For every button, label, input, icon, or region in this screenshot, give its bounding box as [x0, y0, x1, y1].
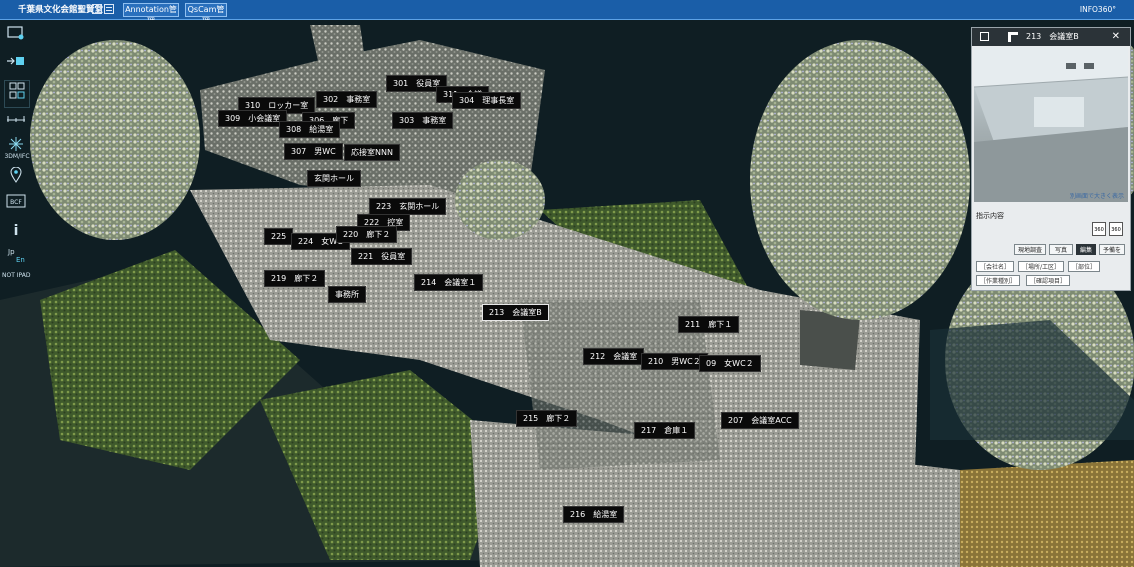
floor-plan-icon[interactable] [4, 80, 30, 108]
room-label-223[interactable]: 223 玄関ホール [369, 198, 447, 215]
room-type-icon [1008, 32, 1018, 42]
room-label-207[interactable]: 207 会議室ACC [721, 412, 799, 429]
top-bar: 千葉県文化会館聖賢堂 Annotation管理 QsCam管理 INFO360° [0, 0, 1134, 26]
room-label-221[interactable]: 221 役員室 [351, 248, 413, 265]
measure-icon[interactable] [4, 112, 28, 134]
point-cloud-viewport[interactable] [0, 20, 1134, 567]
panel-title: 213 会議室B [1026, 32, 1079, 41]
bcf-icon[interactable]: BCF [4, 194, 28, 216]
room-label-217[interactable]: 217 倉庫１ [634, 422, 696, 439]
room-label-225[interactable]: 225 [264, 228, 294, 245]
lang-jp[interactable]: Jp [8, 248, 38, 256]
split-view-icon[interactable] [92, 4, 102, 14]
room-label-308[interactable]: 308 給湯室 [279, 121, 341, 138]
room-label-214[interactable]: 214 会議室１ [414, 274, 484, 291]
app-title: 千葉県文化会館聖賢堂 [18, 5, 104, 15]
room-label-304[interactable]: 304 理事長室 [452, 92, 522, 109]
room-label-219[interactable]: 219 廊下２ [264, 270, 326, 287]
expand-icon[interactable] [980, 32, 989, 41]
device-status: NOT IPAD [2, 272, 31, 279]
room-label-213[interactable]: 213 会議室B [482, 304, 549, 321]
panel-header: 213 会議室B ✕ [972, 28, 1130, 46]
info-icon[interactable]: i [4, 220, 28, 242]
room-label-220[interactable]: 220 廊下２ [336, 226, 398, 243]
annotation-detail-panel: 213 会議室B ✕ 別画面で大きく表示 指示内容 360 360 現地調査 写… [971, 27, 1131, 291]
room-label-309[interactable]: 309 小会議室 [218, 110, 288, 127]
room-label-entrance-hall[interactable]: 玄関ホール [307, 170, 361, 187]
room-label-office[interactable]: 事務所 [328, 286, 366, 303]
part-tag[interactable]: ［部位］ [1068, 261, 1100, 272]
svg-text:BCF: BCF [10, 199, 22, 206]
location-pin-icon[interactable] [4, 167, 28, 189]
instruction-label: 指示内容 [976, 212, 1004, 220]
open-new-window-link[interactable]: 別画面で大きく表示 [1070, 191, 1124, 200]
360-badge-b[interactable]: 360 [1109, 222, 1123, 236]
check-item-tag[interactable]: ［確認項目］ [1026, 275, 1070, 286]
list-view-icon[interactable] [104, 4, 114, 14]
reserve-button[interactable]: 予備を [1099, 244, 1125, 255]
lang-en[interactable]: En [16, 256, 46, 264]
room-label-211[interactable]: 211 廊下１ [678, 316, 740, 333]
edit-button[interactable]: 編集 [1076, 244, 1096, 255]
left-toolbar: 3DM/IFC BCF i Jp En NOT IPAD [0, 22, 32, 282]
room-label-209[interactable]: 09 女WC２ [699, 355, 761, 372]
room-label-216[interactable]: 216 給湯室 [563, 506, 625, 523]
room-label-215[interactable]: 215 廊下２ [516, 410, 578, 427]
close-icon[interactable]: ✕ [1112, 28, 1120, 46]
company-tag[interactable]: ［会社名］ [976, 261, 1014, 272]
move-camera-icon[interactable] [4, 54, 28, 76]
screen-capture-icon[interactable] [4, 26, 28, 48]
annotation-manager-button[interactable]: Annotation管理 [123, 3, 179, 26]
3dm-ifc-label: 3DM/IFC [4, 153, 30, 160]
360-badge-a[interactable]: 360 [1092, 222, 1106, 236]
room-label-302[interactable]: 302 事務室 [316, 91, 378, 108]
location-tag[interactable]: ［場所/工区］ [1018, 261, 1064, 272]
work-type-tag[interactable]: ［作業種別］ [976, 275, 1020, 286]
site-survey-button[interactable]: 現地調査 [1014, 244, 1046, 255]
qscam-manager-button[interactable]: QsCam管理 [185, 3, 227, 26]
info360-label: INFO360° [1079, 5, 1116, 14]
photo-button[interactable]: 写真 [1049, 244, 1073, 255]
room-label-212[interactable]: 212 会議室 [583, 348, 645, 365]
room-label-reception[interactable]: 応接室NNN [344, 144, 400, 161]
room-label-210[interactable]: 210 男WC２ [641, 353, 708, 370]
room-360-photo[interactable]: 別画面で大きく表示 [974, 47, 1128, 202]
room-label-303[interactable]: 303 事務室 [392, 112, 454, 129]
room-label-307[interactable]: 307 男WC [284, 143, 343, 160]
